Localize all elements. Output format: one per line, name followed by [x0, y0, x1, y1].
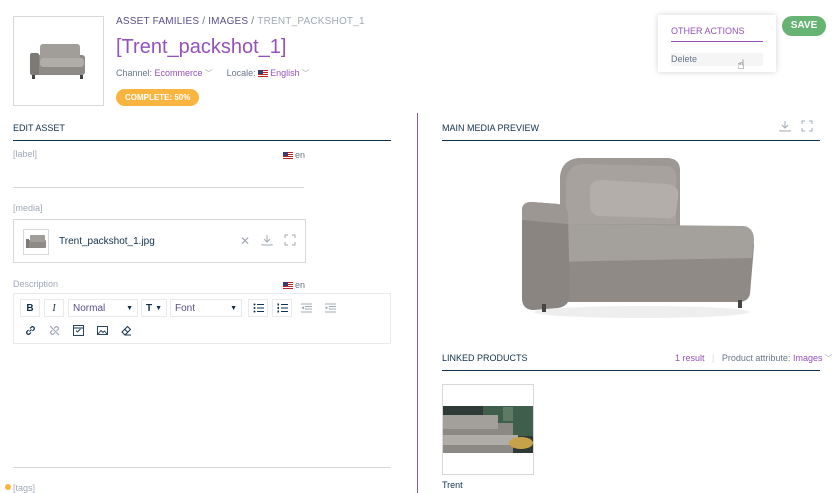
- fullscreen-icon[interactable]: [283, 234, 297, 248]
- linked-products-divider: [442, 370, 820, 371]
- sofa-media-image: [26, 235, 46, 248]
- embedded-icon[interactable]: [68, 321, 88, 339]
- us-flag-icon: [283, 152, 293, 159]
- close-icon[interactable]: ✕: [238, 234, 252, 248]
- caret-down-icon: ▼: [155, 304, 162, 312]
- breadcrumb-separator: /: [202, 16, 206, 27]
- indent-icon[interactable]: [320, 299, 340, 317]
- label-locale-text: en: [295, 150, 306, 160]
- media-field-label: [media]: [13, 203, 43, 213]
- column-divider: [417, 113, 418, 493]
- media-thumbnail: [23, 229, 49, 255]
- tags-field-label: [tags]: [13, 483, 36, 493]
- chevron-down-icon: ﹀: [301, 69, 310, 78]
- main-media-image: [518, 154, 758, 322]
- bold-button[interactable]: B: [20, 299, 40, 317]
- required-dot: [5, 484, 11, 490]
- product-attribute-value: Images: [792, 353, 823, 363]
- caret-down-icon: ▼: [230, 304, 237, 312]
- sofa-thumbnail-image: [29, 44, 85, 79]
- us-flag-icon: [258, 70, 269, 77]
- preview-divider: [442, 140, 820, 141]
- locale-value: English: [270, 68, 300, 78]
- tags-divider: [13, 467, 391, 468]
- block-format-value: Normal: [73, 302, 106, 314]
- label-input[interactable]: [13, 187, 304, 188]
- channel-switcher[interactable]: Channel: Ecommerce ﹀: [116, 68, 213, 79]
- download-icon[interactable]: [779, 120, 791, 135]
- link-icon[interactable]: [20, 321, 40, 339]
- breadcrumb-asset-families[interactable]: ASSET FAMILIES: [116, 16, 199, 27]
- unlink-icon[interactable]: [44, 321, 64, 339]
- text-format-icon: T: [146, 302, 153, 314]
- edit-asset-divider: [13, 140, 391, 141]
- fullscreen-icon[interactable]: [801, 120, 813, 135]
- media-filename: Trent_packshot_1.jpg: [59, 236, 155, 247]
- label-field-label: [label]: [13, 149, 38, 159]
- breadcrumb: ASSET FAMILIES / IMAGES / TRENT_PACKSHOT_1: [116, 16, 365, 27]
- outdent-icon[interactable]: [296, 299, 316, 317]
- italic-button[interactable]: I: [44, 299, 64, 317]
- result-count: 1 result: [675, 353, 705, 363]
- main-media-preview-title: MAIN MEDIA PREVIEW: [442, 123, 540, 133]
- product-attribute-selector[interactable]: Product attribute: Images ﹀: [722, 353, 833, 363]
- channel-value: Ecommerce: [154, 68, 203, 78]
- chevron-down-icon: ﹀: [824, 354, 833, 363]
- font-value: Font: [175, 302, 196, 314]
- eraser-icon[interactable]: [116, 321, 136, 339]
- product-attribute-label: Product attribute:: [721, 353, 791, 363]
- bullet-list-icon[interactable]: [248, 299, 268, 317]
- product-image: [443, 406, 533, 453]
- cursor-hand-icon: ☝: [737, 57, 745, 72]
- media-field[interactable]: Trent_packshot_1.jpg ✕: [13, 219, 306, 263]
- other-actions-menu: OTHER ACTIONS Delete: [658, 15, 776, 72]
- linked-product-card[interactable]: [442, 384, 534, 475]
- image-icon[interactable]: [92, 321, 112, 339]
- download-icon[interactable]: [260, 234, 274, 248]
- asset-thumbnail: [13, 16, 104, 106]
- edit-asset-title: EDIT ASSET: [13, 123, 65, 133]
- other-actions-header: OTHER ACTIONS: [671, 26, 745, 36]
- meta-separator: |: [712, 353, 715, 363]
- menu-divider: [671, 41, 763, 42]
- linked-products-meta: 1 result | Product attribute: Images ﹀: [675, 353, 832, 364]
- description-field-label: Description: [13, 279, 59, 289]
- breadcrumb-separator: /: [251, 16, 255, 27]
- description-editor[interactable]: B I Normal ▼ T ▼ Font ▼: [13, 293, 391, 344]
- description-locale: en: [283, 280, 305, 290]
- completeness-badge: COMPLETE: 50%: [116, 89, 200, 106]
- save-button[interactable]: SAVE: [782, 16, 826, 36]
- delete-menu-item[interactable]: Delete: [671, 53, 763, 66]
- description-locale-text: en: [295, 280, 306, 290]
- breadcrumb-current: TRENT_PACKSHOT_1: [257, 16, 365, 27]
- locale-switcher[interactable]: Locale: English ﹀: [227, 68, 310, 79]
- context-switchers: Channel: Ecommerce ﹀ Locale: English ﹀: [116, 68, 310, 79]
- linked-products-title: LINKED PRODUCTS: [442, 353, 528, 363]
- locale-label: Locale:: [226, 68, 256, 78]
- text-format-select[interactable]: T ▼: [141, 299, 167, 317]
- linked-product-name: Trent: [442, 480, 463, 490]
- numbered-list-icon[interactable]: [272, 299, 292, 317]
- font-select[interactable]: Font ▼: [170, 299, 242, 317]
- breadcrumb-images[interactable]: IMAGES: [208, 16, 248, 27]
- page-title: [Trent_packshot_1]: [116, 36, 287, 58]
- label-locale: en: [283, 150, 305, 160]
- us-flag-icon: [283, 282, 293, 289]
- channel-label: Channel:: [116, 68, 153, 78]
- caret-down-icon: ▼: [126, 304, 133, 312]
- chevron-down-icon: ﹀: [204, 69, 213, 78]
- block-format-select[interactable]: Normal ▼: [68, 299, 138, 317]
